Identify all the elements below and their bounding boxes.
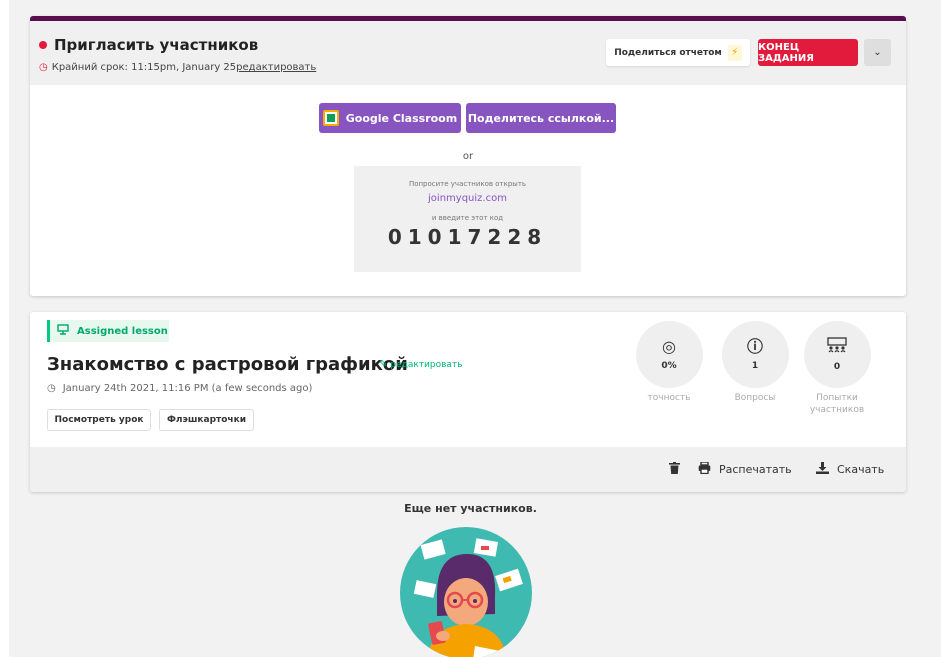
target-icon: ◎ xyxy=(662,337,676,356)
google-classroom-button[interactable]: Google Classroom xyxy=(319,103,461,133)
printer-icon xyxy=(698,461,711,477)
lesson-date: ◷ January 24th 2021, 11:16 PM (a few sec… xyxy=(47,383,312,394)
share-report-label: Поделиться отчетом xyxy=(614,47,722,58)
deadline-text: Крайний срок: 11:15pm, January 25 xyxy=(51,62,237,73)
join-code-box: Попросите участников открыть joinmyquiz.… xyxy=(354,166,581,272)
stat-attempts-label-line1: Попытки xyxy=(816,393,858,403)
invite-card: Пригласить участников ◷ Крайний срок: 11… xyxy=(30,16,906,296)
invite-header: Пригласить участников ◷ Крайний срок: 11… xyxy=(30,21,906,85)
enter-code-text: и введите этот код xyxy=(431,214,504,222)
end-task-button[interactable]: КОНЕЦ ЗАДАНИЯ xyxy=(758,39,858,66)
view-lesson-button[interactable]: Посмотреть урок xyxy=(47,409,151,431)
question-icon: ⓘ xyxy=(746,337,763,356)
flashcards-button[interactable]: Флэшкарточки xyxy=(159,409,254,431)
google-classroom-label: Google Classroom xyxy=(345,111,458,125)
stat-attempts-value: 0 xyxy=(833,362,841,372)
print-button[interactable]: Распечатать xyxy=(698,461,792,477)
stat-attempts-label-line2: участников xyxy=(809,405,865,415)
delete-button[interactable] xyxy=(669,462,688,477)
clock-icon: ◷ xyxy=(39,62,48,73)
lesson-edit-link[interactable]: ✎ редактировать xyxy=(379,359,463,370)
deadline: ◷ Крайний срок: 11:15pm, January 25 реда… xyxy=(39,62,316,73)
or-text: or xyxy=(462,151,474,162)
assigned-lesson-label: Assigned lesson xyxy=(77,325,168,337)
download-label: Скачать xyxy=(837,463,885,476)
stat-questions-circle: ⓘ 1 xyxy=(721,321,789,388)
assigned-lesson-tag: Assigned lesson xyxy=(47,320,169,342)
lesson-date-text: January 24th 2021, 11:16 PM (a few secon… xyxy=(62,383,313,394)
stat-accuracy-value: 0% xyxy=(661,361,677,371)
deadline-edit-link[interactable]: редактировать xyxy=(236,62,316,73)
stat-accuracy: ◎ 0% точность xyxy=(635,321,703,404)
stat-questions-value: 1 xyxy=(751,361,759,371)
left-strip xyxy=(0,0,9,657)
clock-icon: ◷ xyxy=(47,383,56,394)
stat-questions: ⓘ 1 Вопросы xyxy=(721,321,789,404)
share-report-button[interactable]: Поделиться отчетом ⚡ xyxy=(606,39,750,66)
chevron-down-icon: ⌄ xyxy=(873,47,882,58)
participants-icon xyxy=(827,337,847,357)
ask-open-text: Попросите участников открыть xyxy=(408,180,527,188)
presentation-icon xyxy=(57,324,69,338)
download-button[interactable]: Скачать xyxy=(816,462,884,477)
stat-accuracy-label: точность xyxy=(647,393,691,403)
dropdown-button[interactable]: ⌄ xyxy=(864,39,891,66)
stat-attempts-circle: 0 xyxy=(803,321,871,388)
edit-icon: ✎ xyxy=(379,359,388,370)
join-code: 01017228 xyxy=(387,225,548,249)
live-dot-icon xyxy=(39,41,47,49)
join-url-link[interactable]: joinmyquiz.com xyxy=(354,193,581,204)
google-classroom-icon xyxy=(322,110,339,126)
trash-icon xyxy=(669,462,680,477)
lesson-footer: Распечатать Скачать xyxy=(30,447,906,492)
invite-title: Пригласить участников xyxy=(39,36,258,54)
stat-attempts: 0 Попытки участников xyxy=(803,321,871,416)
print-label: Распечатать xyxy=(719,463,792,476)
lesson-edit-label: редактировать xyxy=(390,359,463,370)
no-participants-text: Еще нет участников. xyxy=(404,502,537,515)
empty-state-illustration xyxy=(397,524,535,657)
download-icon xyxy=(816,462,829,477)
lesson-title: Знакомство с растровой графикой xyxy=(47,354,408,375)
stat-questions-label: Вопросы xyxy=(734,393,776,403)
lesson-card: Assigned lesson Знакомство с растровой г… xyxy=(30,312,906,492)
stat-attempts-label: Попытки участников xyxy=(803,392,871,416)
invite-title-text: Пригласить участников xyxy=(54,36,259,54)
bolt-icon: ⚡ xyxy=(727,44,742,61)
share-link-button[interactable]: Поделитесь ссылкой... xyxy=(466,103,616,133)
stat-accuracy-circle: ◎ 0% xyxy=(635,321,703,388)
